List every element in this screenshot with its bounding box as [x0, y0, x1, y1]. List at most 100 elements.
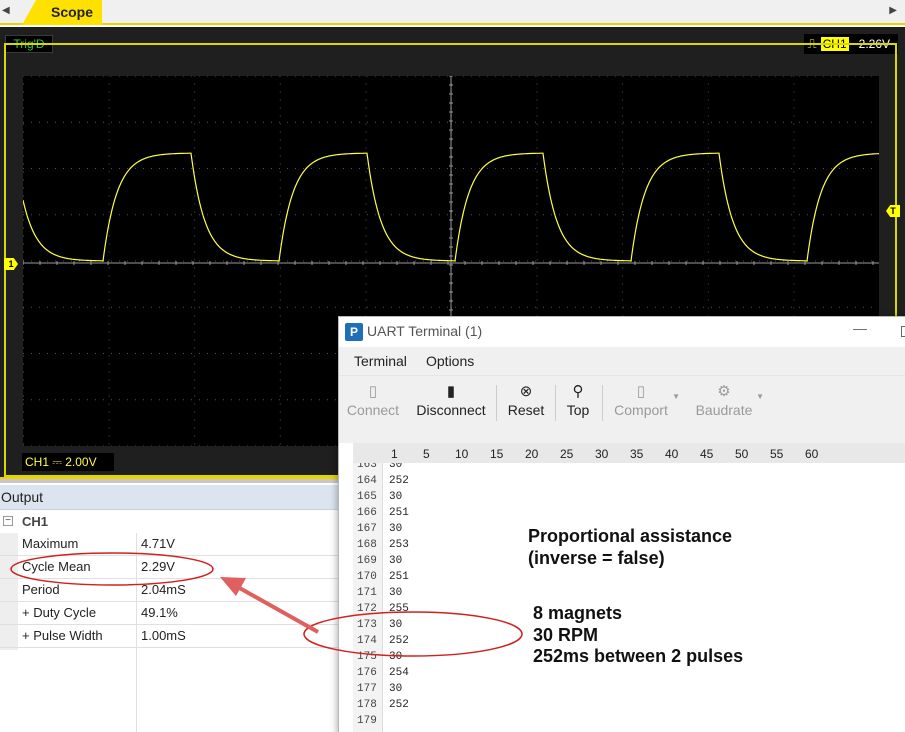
terminal-line: 168 253 — [353, 537, 553, 553]
measurement-name: + Pulse Width — [22, 628, 103, 643]
usb-icon: ▯ — [368, 383, 378, 400]
disconnect-button[interactable]: ▮ Disconnect — [416, 382, 486, 418]
line-value: 30 — [389, 683, 403, 695]
ruler-tick: 25 — [560, 447, 574, 461]
menu-bar: Terminal Options — [339, 347, 905, 375]
measurement-row-pulse-width[interactable]: + Pulse Width 1.00mS — [0, 625, 340, 648]
disconnect-label: Disconnect — [416, 402, 486, 418]
window-title-bar[interactable]: P UART Terminal (1) — — [339, 317, 905, 347]
output-channel-label: CH1 — [22, 514, 49, 529]
baudrate-label: Baudrate — [695, 402, 753, 418]
chevron-down-icon: ▼ — [756, 392, 764, 401]
connect-label: Connect — [346, 402, 400, 418]
ruler-tick: 45 — [700, 447, 714, 461]
reset-button[interactable]: ⊗ Reset — [507, 382, 545, 418]
top-label: Top — [566, 402, 590, 418]
terminal-line: 174 252 — [353, 633, 553, 649]
output-title: Output — [0, 485, 340, 510]
annotation-magnets: 8 magnets — [533, 603, 623, 623]
scope-tab-bar: ◀ Scope ▶ — [0, 0, 905, 25]
usb-icon: ▯ — [636, 383, 646, 400]
line-value: 252 — [389, 475, 409, 487]
toolbar: ▯ Connect ▮ Disconnect ⊗ Reset ⚲ Top ▯ C… — [339, 375, 905, 429]
terminal-line: 172 255 — [353, 601, 553, 617]
line-value: 252 — [389, 635, 409, 647]
collapse-icon[interactable]: − — [3, 516, 13, 526]
annotation-rpm: 30 RPM — [533, 625, 599, 645]
line-value: 254 — [389, 667, 409, 679]
measurement-value: 49.1% — [141, 605, 178, 620]
measurement-row-duty-cycle[interactable]: + Duty Cycle 49.1% — [0, 602, 340, 625]
line-number: 169 — [357, 555, 377, 567]
line-number: 176 — [357, 667, 377, 679]
measurement-row-cycle-mean[interactable]: Cycle Mean 2.29V — [0, 556, 340, 579]
column-ruler: 1 5 10 15 20 25 30 35 40 45 50 55 60 — [353, 443, 905, 463]
line-number: 173 — [357, 619, 377, 631]
ruler-tick: 35 — [630, 447, 644, 461]
menu-terminal[interactable]: Terminal — [354, 353, 407, 369]
ruler-tick: 40 — [665, 447, 679, 461]
top-button[interactable]: ⚲ Top — [564, 382, 592, 418]
uart-terminal-window: P UART Terminal (1) — Terminal Options ▯… — [338, 316, 905, 732]
pin-icon: ⚲ — [572, 383, 584, 400]
measurement-name: Period — [22, 582, 60, 597]
ruler-tick: 20 — [525, 447, 539, 461]
tab-scroll-right-icon[interactable]: ▶ — [889, 5, 897, 16]
line-number: 175 — [357, 651, 377, 663]
measurement-value: 2.04mS — [141, 582, 186, 597]
ruler-tick: 55 — [770, 447, 784, 461]
channel-scale-label[interactable]: CH1 ⎓ 2.00V — [22, 453, 114, 471]
ruler-tick: 1 — [391, 447, 398, 461]
terminal-line: 170 251 — [353, 569, 553, 585]
tab-scope[interactable]: Scope — [22, 0, 102, 25]
line-number: 164 — [357, 475, 377, 487]
terminal-line: 173 30 — [353, 617, 553, 633]
annotation-mode-line1: Proportional assistance — [528, 526, 733, 546]
line-number: 167 — [357, 523, 377, 535]
line-number: 163 — [357, 463, 377, 471]
connect-button[interactable]: ▯ Connect — [346, 382, 400, 418]
ruler-tick: 30 — [595, 447, 609, 461]
line-number: 171 — [357, 587, 377, 599]
measurement-row-period[interactable]: Period 2.04mS — [0, 579, 340, 602]
measurement-value: 4.71V — [141, 536, 175, 551]
line-value: 30 — [389, 651, 403, 663]
terminal-line: 169 30 — [353, 553, 553, 569]
minimize-icon[interactable]: — — [853, 320, 867, 336]
terminal-line: 177 30 — [353, 681, 553, 697]
measurement-value: 2.29V — [141, 559, 175, 574]
terminal-line: 176 254 — [353, 665, 553, 681]
line-value: 30 — [389, 587, 403, 599]
toolbar-gap — [339, 429, 905, 443]
measurement-name: Maximum — [22, 536, 79, 551]
menu-options[interactable]: Options — [426, 353, 474, 369]
baudrate-button[interactable]: ⚙ Baudrate ▼ — [694, 382, 764, 418]
comport-button[interactable]: ▯ Comport ▼ — [612, 382, 680, 418]
line-value: 30 — [389, 523, 403, 535]
line-number: 177 — [357, 683, 377, 695]
measurement-row-maximum[interactable]: Maximum 4.71V — [0, 533, 340, 556]
window-title: UART Terminal (1) — [367, 323, 483, 339]
maximize-icon[interactable] — [901, 326, 905, 337]
annotation-mode-line2: (inverse = false) — [528, 548, 665, 568]
annotation-interval: 252ms between 2 pulses — [533, 646, 744, 666]
terminal-line: 167 30 — [353, 521, 553, 537]
app-icon: P — [345, 323, 363, 341]
terminal-line: 163 30 — [353, 463, 553, 473]
usb-icon: ▮ — [446, 383, 456, 400]
terminal-line: 179 — [353, 713, 553, 729]
terminal-line: 164 252 — [353, 473, 553, 489]
ruler-tick: 50 — [735, 447, 749, 461]
chevron-down-icon: ▼ — [672, 392, 680, 401]
output-channel-node[interactable]: − CH1 — [0, 510, 340, 533]
terminal-line: 171 30 — [353, 585, 553, 601]
tab-scroll-left-icon[interactable]: ◀ — [2, 5, 10, 16]
line-number: 170 — [357, 571, 377, 583]
line-number: 178 — [357, 699, 377, 711]
terminal-line: 178 252 — [353, 697, 553, 713]
terminal-output[interactable]: 163 30 164 252 165 30 166 251 167 30 168 253 169 30 17… — [353, 463, 905, 732]
line-value: 30 — [389, 491, 403, 503]
ruler-tick: 60 — [805, 447, 819, 461]
line-value: 251 — [389, 571, 409, 583]
line-value: 30 — [389, 555, 403, 567]
